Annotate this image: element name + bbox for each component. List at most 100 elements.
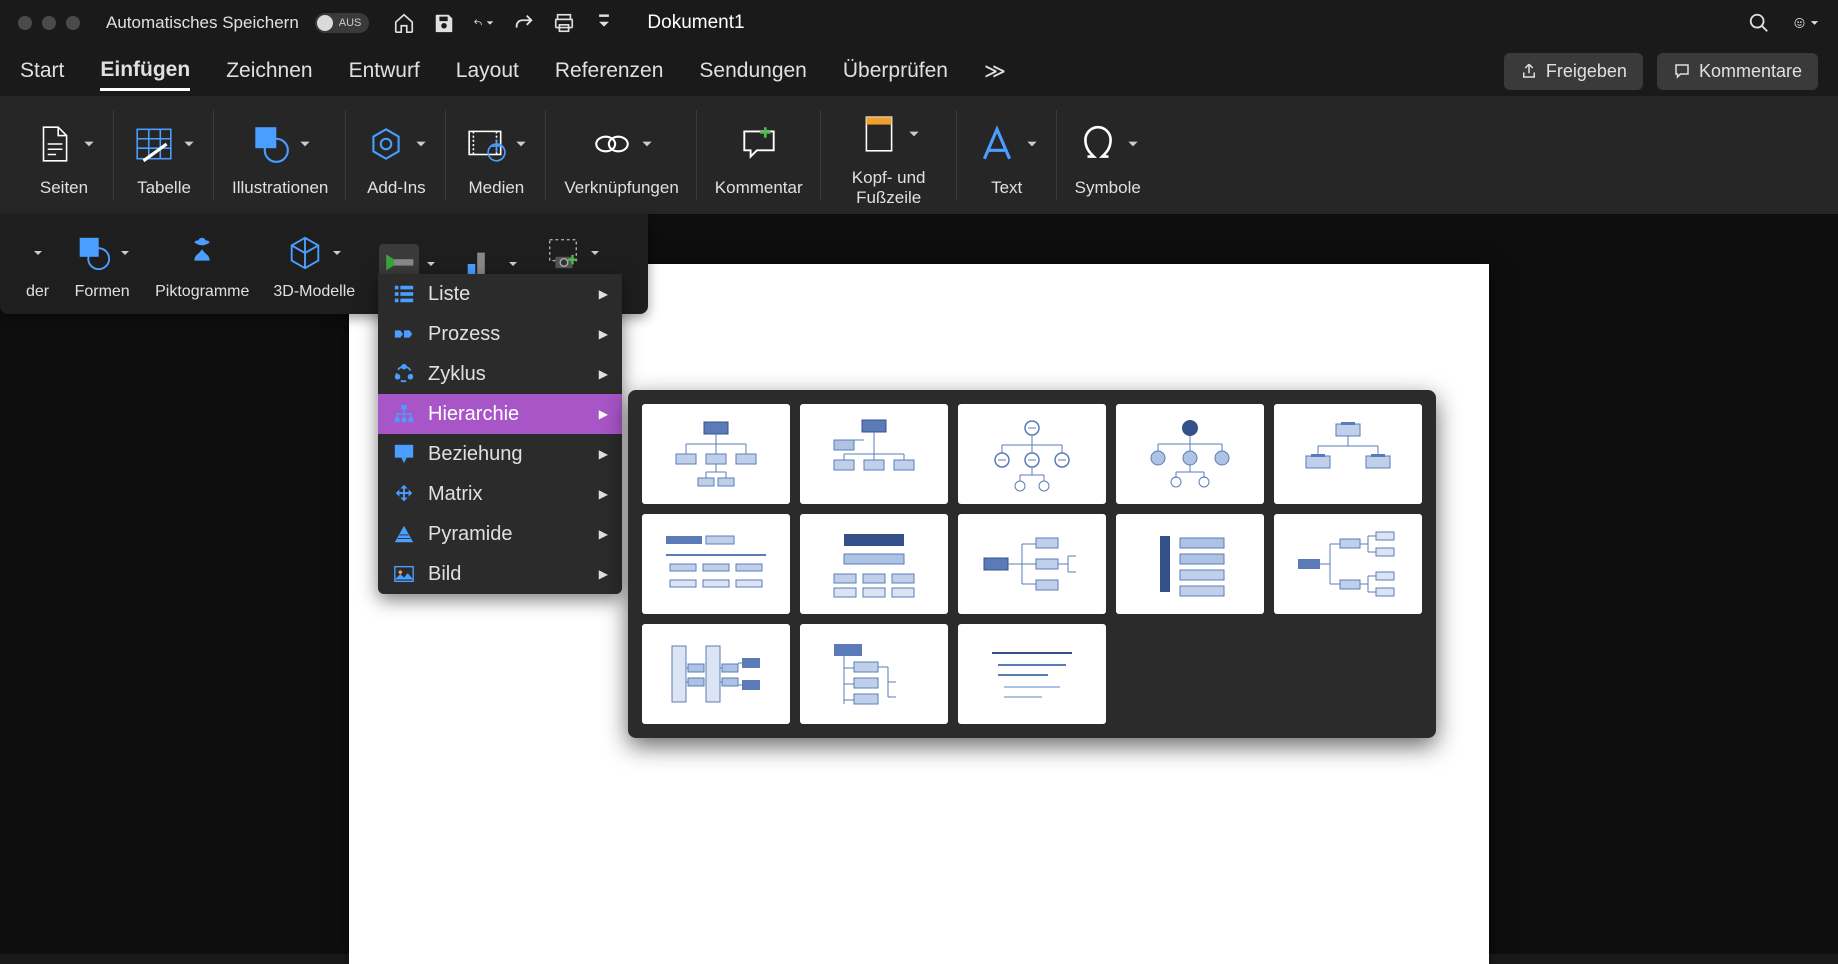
links-icon [590, 122, 634, 166]
hierarchy-layout-8[interactable] [958, 514, 1106, 614]
share-button[interactable]: Freigeben [1504, 53, 1643, 90]
relationship-icon [392, 442, 416, 466]
home-icon[interactable] [393, 12, 415, 34]
menu-item-beziehung[interactable]: Beziehung ▶ [378, 434, 622, 474]
tab-more[interactable]: ≫ [984, 53, 1006, 90]
media-icon [464, 122, 508, 166]
menu-item-beziehung-label: Beziehung [428, 443, 523, 466]
hierarchy-layout-5[interactable] [1274, 404, 1422, 504]
menu-item-matrix[interactable]: Matrix ▶ [378, 474, 622, 514]
hierarchy-layout-6[interactable] [642, 514, 790, 614]
tab-zeichnen[interactable]: Zeichnen [226, 53, 312, 89]
maximize-window-button[interactable] [66, 16, 80, 30]
icons-sub-icon [182, 233, 222, 273]
screenshot-icon [543, 233, 583, 273]
menu-item-liste-label: Liste [428, 283, 470, 306]
subitem-3d-modelle[interactable]: 3D-Modelle [261, 221, 367, 307]
hierarchy-layout-3[interactable] [958, 404, 1106, 504]
titlebar: Automatisches Speichern AUS Dokument1 [0, 0, 1838, 46]
print-icon[interactable] [553, 12, 575, 34]
tab-referenzen[interactable]: Referenzen [555, 53, 664, 89]
group-verknuepfungen-label: Verknüpfungen [564, 178, 678, 198]
autosave-label: Automatisches Speichern [106, 13, 299, 33]
smartart-menu: Liste ▶ Prozess ▶ Zyklus ▶ Hierarchie ▶ … [378, 274, 622, 594]
group-kopffuss[interactable]: Kopf- und Fußzeile [821, 96, 957, 214]
autosave-toggle[interactable]: AUS [315, 13, 370, 33]
search-icon[interactable] [1746, 10, 1772, 36]
addins-icon [364, 122, 408, 166]
shapes-sub-icon [73, 233, 113, 273]
menu-item-hierarchie[interactable]: Hierarchie ▶ [378, 394, 622, 434]
symbols-icon [1076, 122, 1120, 166]
menu-item-prozess-label: Prozess [428, 323, 500, 346]
group-addins-label: Add-Ins [367, 178, 426, 198]
group-tabelle-label: Tabelle [137, 178, 191, 198]
close-window-button[interactable] [18, 16, 32, 30]
list-icon [392, 282, 416, 306]
hierarchy-layout-10[interactable] [1274, 514, 1422, 614]
subitem-formen[interactable]: Formen [61, 221, 143, 307]
group-medien[interactable]: Medien [446, 96, 546, 214]
redo-icon[interactable] [513, 12, 535, 34]
tab-layout[interactable]: Layout [456, 53, 519, 89]
matrix-icon [392, 482, 416, 506]
hierarchy-layout-7[interactable] [800, 514, 948, 614]
save-icon[interactable] [433, 12, 455, 34]
subitem-piktogramme[interactable]: Piktogramme [143, 221, 261, 307]
tab-start[interactable]: Start [20, 53, 64, 89]
account-icon[interactable] [1794, 10, 1820, 36]
minimize-window-button[interactable] [42, 16, 56, 30]
customize-qat-icon[interactable] [593, 12, 615, 34]
group-tabelle[interactable]: Tabelle [114, 96, 214, 214]
autosave-knob [317, 15, 333, 31]
hierarchy-layout-12[interactable] [800, 624, 948, 724]
hierarchy-layout-1[interactable] [642, 404, 790, 504]
group-verknuepfungen[interactable]: Verknüpfungen [546, 96, 696, 214]
menu-item-zyklus[interactable]: Zyklus ▶ [378, 354, 622, 394]
hierarchy-gallery [628, 390, 1436, 738]
text-icon [975, 122, 1019, 166]
process-icon [392, 322, 416, 346]
submenu-arrow-icon: ▶ [599, 487, 608, 501]
menu-item-prozess[interactable]: Prozess ▶ [378, 314, 622, 354]
menu-item-liste[interactable]: Liste ▶ [378, 274, 622, 314]
subitem-piktogramme-label: Piktogramme [155, 283, 249, 301]
subitem-bilder[interactable]: der [14, 221, 61, 307]
table-icon [132, 122, 176, 166]
hierarchy-layout-11[interactable] [642, 624, 790, 724]
menu-item-pyramide-label: Pyramide [428, 523, 512, 546]
share-button-label: Freigeben [1546, 61, 1627, 82]
menu-item-pyramide[interactable]: Pyramide ▶ [378, 514, 622, 554]
submenu-arrow-icon: ▶ [599, 567, 608, 581]
group-addins[interactable]: Add-Ins [346, 96, 446, 214]
window-controls [18, 16, 80, 30]
group-symbole[interactable]: Symbole [1057, 96, 1159, 214]
comments-button[interactable]: Kommentare [1657, 53, 1818, 90]
pyramid-icon [392, 522, 416, 546]
subitem-bilder-label: der [26, 283, 49, 301]
tab-entwurf[interactable]: Entwurf [349, 53, 420, 89]
undo-icon[interactable] [473, 12, 495, 34]
tab-ueberpruefen[interactable]: Überprüfen [843, 53, 948, 89]
group-seiten[interactable]: Seiten [14, 96, 114, 214]
tab-sendungen[interactable]: Sendungen [699, 53, 806, 89]
comments-button-label: Kommentare [1699, 61, 1802, 82]
group-kommentar[interactable]: Kommentar [697, 96, 821, 214]
menu-item-zyklus-label: Zyklus [428, 363, 486, 386]
autosave-state: AUS [339, 17, 362, 29]
tab-einfuegen[interactable]: Einfügen [100, 52, 190, 91]
menu-item-bild[interactable]: Bild ▶ [378, 554, 622, 594]
submenu-arrow-icon: ▶ [599, 367, 608, 381]
group-kommentar-label: Kommentar [715, 178, 803, 198]
hierarchy-layout-13[interactable] [958, 624, 1106, 724]
hierarchy-icon [392, 402, 416, 426]
cycle-icon [392, 362, 416, 386]
group-illustrationen[interactable]: Illustrationen [214, 96, 346, 214]
group-symbole-label: Symbole [1075, 178, 1141, 198]
hierarchy-layout-9[interactable] [1116, 514, 1264, 614]
hierarchy-layout-2[interactable] [800, 404, 948, 504]
quick-access-toolbar [393, 12, 615, 34]
ribbon-tabs: Start Einfügen Zeichnen Entwurf Layout R… [0, 46, 1838, 96]
group-text[interactable]: Text [957, 96, 1057, 214]
hierarchy-layout-4[interactable] [1116, 404, 1264, 504]
